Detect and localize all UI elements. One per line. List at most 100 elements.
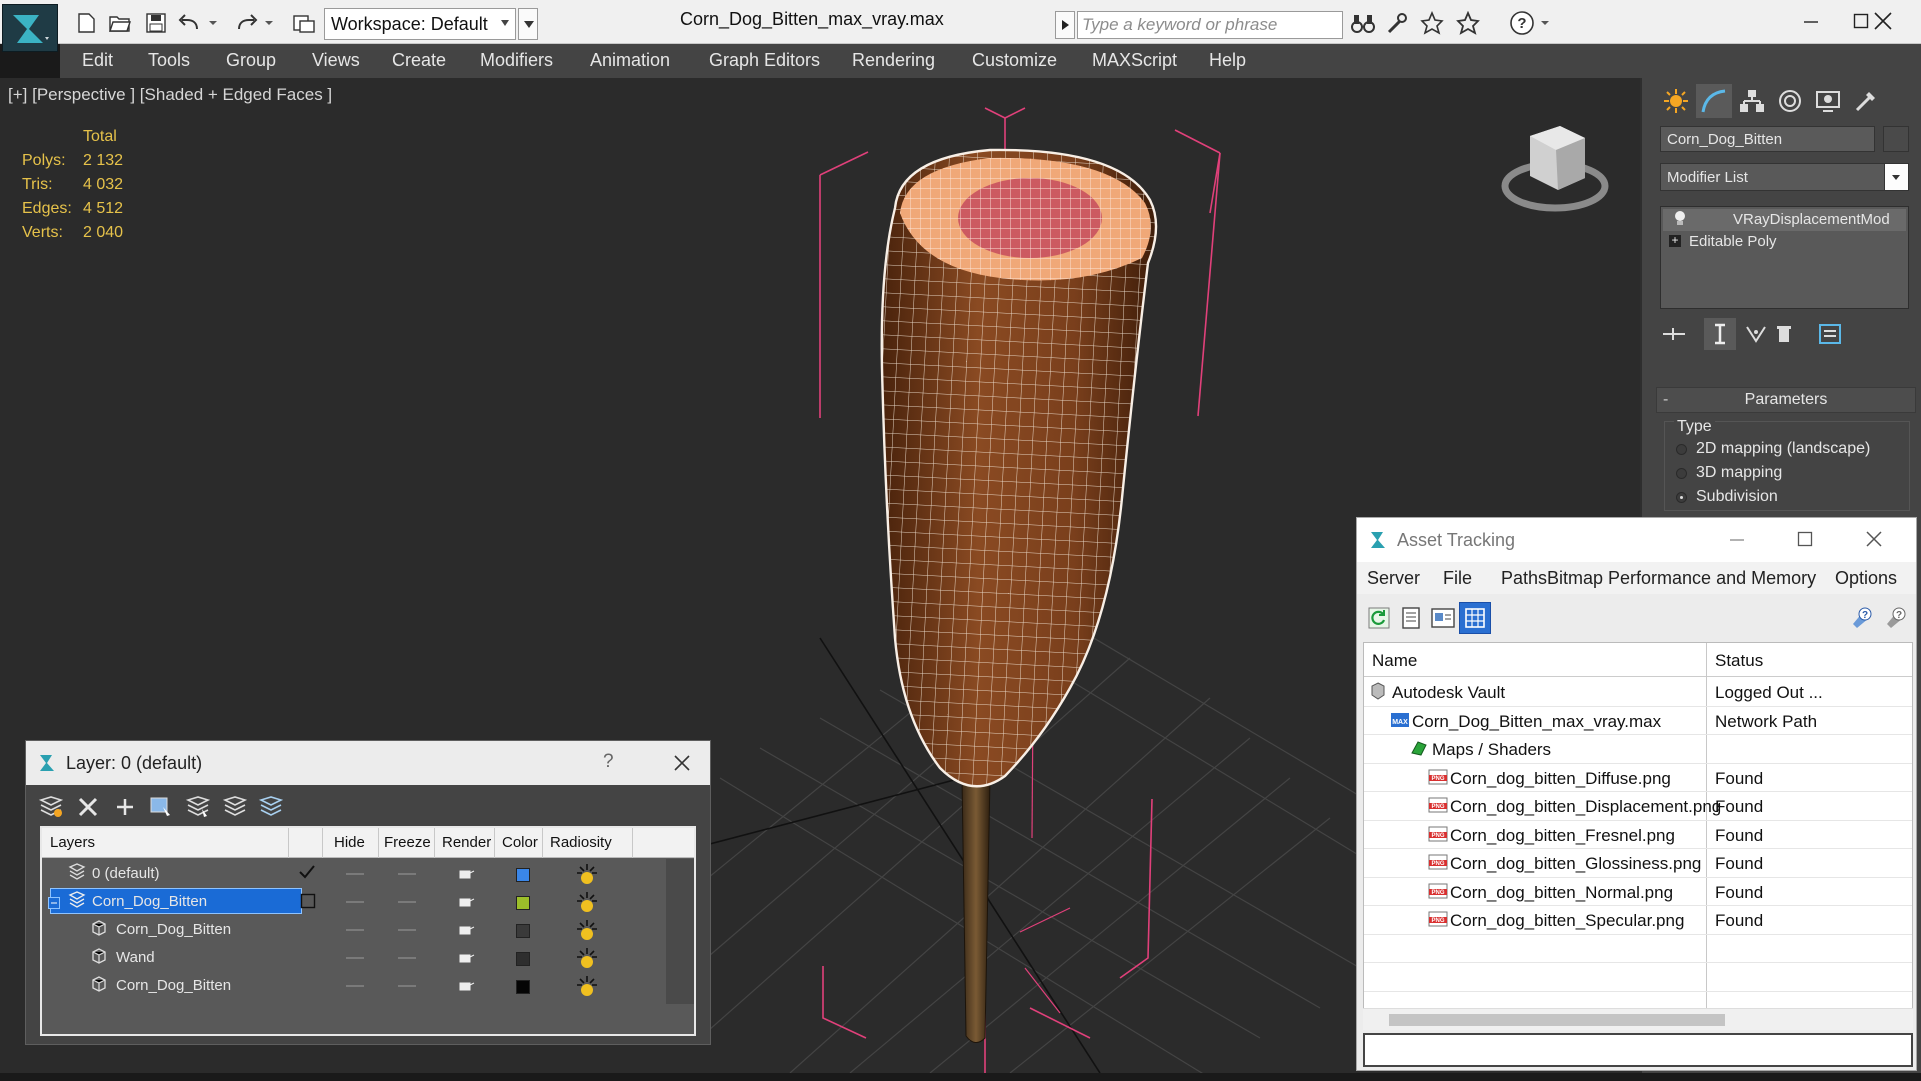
- close-icon[interactable]: [1865, 530, 1883, 553]
- favorites-star-icon[interactable]: [1454, 10, 1482, 36]
- column-freeze[interactable]: Freeze: [384, 834, 431, 851]
- menu-rendering[interactable]: Rendering: [852, 50, 935, 71]
- highlight-layer-icon[interactable]: [183, 792, 213, 822]
- asset-row[interactable]: PNG Corn_dog_bitten_Normal.png Found: [1364, 878, 1912, 906]
- help-tooltip-icon[interactable]: ?: [1879, 602, 1911, 634]
- asset-menu-server[interactable]: Server: [1367, 568, 1420, 589]
- hierarchy-tab-icon[interactable]: [1734, 84, 1770, 118]
- hide-all-layers-icon[interactable]: [220, 792, 250, 822]
- radio-button[interactable]: [1676, 444, 1687, 455]
- radio-2d-mapping[interactable]: 2D mapping (landscape): [1676, 440, 1870, 458]
- menu-customize[interactable]: Customize: [972, 50, 1057, 71]
- display-tab-icon[interactable]: [1810, 84, 1846, 118]
- close-icon[interactable]: [1858, 6, 1908, 36]
- menu-edit[interactable]: Edit: [82, 50, 113, 71]
- asset-menu-file[interactable]: File: [1443, 568, 1472, 589]
- delete-layer-icon[interactable]: [73, 792, 103, 822]
- asset-window-titlebar[interactable]: Asset Tracking: [1357, 518, 1916, 562]
- set-active-checkbox-icon[interactable]: [300, 893, 316, 914]
- minimize-button[interactable]: [1786, 6, 1836, 36]
- radio-button[interactable]: [1676, 468, 1687, 479]
- active-layer-checkmark-icon[interactable]: [298, 864, 316, 885]
- lightbulb-icon[interactable]: [1673, 210, 1687, 232]
- object-color-swatch[interactable]: [516, 980, 530, 994]
- workspace-options-button[interactable]: [518, 8, 538, 40]
- remove-modifier-icon[interactable]: [1768, 318, 1800, 350]
- asset-row[interactable]: PNG Corn_dog_bitten_Diffuse.png Found: [1364, 764, 1912, 792]
- asset-row[interactable]: Maps / Shaders: [1364, 735, 1912, 764]
- asset-row[interactable]: Autodesk Vault Logged Out ...: [1364, 678, 1912, 707]
- add-to-layer-icon[interactable]: [110, 792, 140, 822]
- workspace-dropdown[interactable]: Workspace: Default: [324, 8, 516, 40]
- thumbnail-view-icon[interactable]: [1427, 602, 1459, 634]
- parameters-rollout-header[interactable]: - Parameters: [1656, 387, 1916, 413]
- layer-row-default[interactable]: 0 (default): [42, 860, 666, 888]
- stack-item-editable-poly[interactable]: + Editable Poly: [1663, 231, 1906, 253]
- asset-row[interactable]: PNG Corn_dog_bitten_Fresnel.png Found: [1364, 821, 1912, 849]
- menu-animation[interactable]: Animation: [590, 50, 670, 71]
- list-view-icon[interactable]: [1395, 602, 1427, 634]
- object-color-swatch[interactable]: [516, 952, 530, 966]
- open-folder-icon[interactable]: [106, 10, 134, 36]
- menu-group[interactable]: Group: [226, 50, 276, 71]
- freeze-all-layers-icon[interactable]: [256, 792, 286, 822]
- help-chevron-icon[interactable]: [1538, 10, 1552, 36]
- stack-item-vray-displacement[interactable]: VRayDisplacementMod: [1663, 209, 1906, 231]
- radiosity-icon[interactable]: [576, 975, 598, 1002]
- layer-window-titlebar[interactable]: Layer: 0 (default) ?: [26, 741, 710, 785]
- help-button[interactable]: ?: [603, 751, 614, 773]
- select-in-layer-icon[interactable]: [146, 792, 176, 822]
- object-row-wand[interactable]: Wand: [42, 944, 666, 972]
- pin-stack-icon[interactable]: [1658, 318, 1690, 350]
- asset-row[interactable]: PNG Corn_dog_bitten_Glossiness.png Found: [1364, 849, 1912, 878]
- column-layers[interactable]: Layers: [50, 834, 95, 851]
- column-hide[interactable]: Hide: [334, 834, 365, 851]
- radiosity-icon[interactable]: [576, 919, 598, 946]
- table-view-icon[interactable]: [1459, 602, 1491, 634]
- object-row-corn-dog-bitten-2[interactable]: Corn_Dog_Bitten: [42, 972, 666, 1000]
- hide-toggle[interactable]: [346, 985, 364, 987]
- asset-menu-paths[interactable]: Paths: [1501, 568, 1547, 589]
- horizontal-scrollbar[interactable]: [1363, 1008, 1913, 1030]
- viewport-label[interactable]: [+] [Perspective ] [Shaded + Edged Faces…: [8, 85, 332, 105]
- layer-color-swatch[interactable]: [516, 896, 530, 910]
- new-file-icon[interactable]: [72, 10, 100, 36]
- freeze-toggle[interactable]: [398, 985, 416, 987]
- radiosity-icon[interactable]: [576, 947, 598, 974]
- menu-create[interactable]: Create: [392, 50, 446, 71]
- object-color-swatch[interactable]: [1883, 126, 1909, 152]
- search-expand-button[interactable]: [1055, 11, 1075, 39]
- freeze-toggle[interactable]: [398, 901, 416, 903]
- modifier-list-dropdown[interactable]: Modifier List: [1660, 163, 1909, 191]
- save-icon[interactable]: [142, 10, 170, 36]
- refresh-icon[interactable]: [1363, 602, 1395, 634]
- object-name-field[interactable]: Corn_Dog_Bitten: [1660, 126, 1875, 152]
- object-row-corn-dog-bitten[interactable]: Corn_Dog_Bitten: [42, 916, 666, 944]
- asset-row[interactable]: MAX Corn_Dog_Bitten_max_vray.max Network P…: [1364, 707, 1912, 735]
- menu-maxscript[interactable]: MAXScript: [1092, 50, 1177, 71]
- freeze-toggle[interactable]: [398, 929, 416, 931]
- help-icon[interactable]: ?: [1508, 10, 1536, 36]
- asset-row[interactable]: PNG Corn_dog_bitten_Specular.png Found: [1364, 906, 1912, 935]
- asset-menu-bitmap-performance[interactable]: Bitmap Performance and Memory: [1547, 568, 1816, 589]
- menu-views[interactable]: Views: [312, 50, 360, 71]
- communication-center-icon[interactable]: [1418, 10, 1446, 36]
- undo-history-chevron-icon[interactable]: [206, 10, 220, 36]
- redo-history-chevron-icon[interactable]: [262, 10, 276, 36]
- redo-icon[interactable]: [232, 10, 260, 36]
- freeze-toggle[interactable]: [398, 873, 416, 875]
- close-icon[interactable]: [664, 745, 700, 781]
- radiosity-icon[interactable]: [576, 863, 598, 890]
- hide-toggle[interactable]: [346, 957, 364, 959]
- minimize-button[interactable]: [1729, 532, 1745, 553]
- help-icon[interactable]: ?: [1845, 602, 1877, 634]
- utilities-tab-icon[interactable]: [1848, 84, 1884, 118]
- column-name[interactable]: Name: [1372, 651, 1417, 671]
- column-render[interactable]: Render: [442, 834, 491, 851]
- binoculars-icon[interactable]: [1349, 10, 1377, 36]
- radio-button[interactable]: [1676, 492, 1687, 503]
- hide-toggle[interactable]: [346, 929, 364, 931]
- app-menu-button[interactable]: [2, 4, 58, 52]
- radio-3d-mapping[interactable]: 3D mapping: [1676, 464, 1782, 482]
- menu-help[interactable]: Help: [1209, 50, 1246, 71]
